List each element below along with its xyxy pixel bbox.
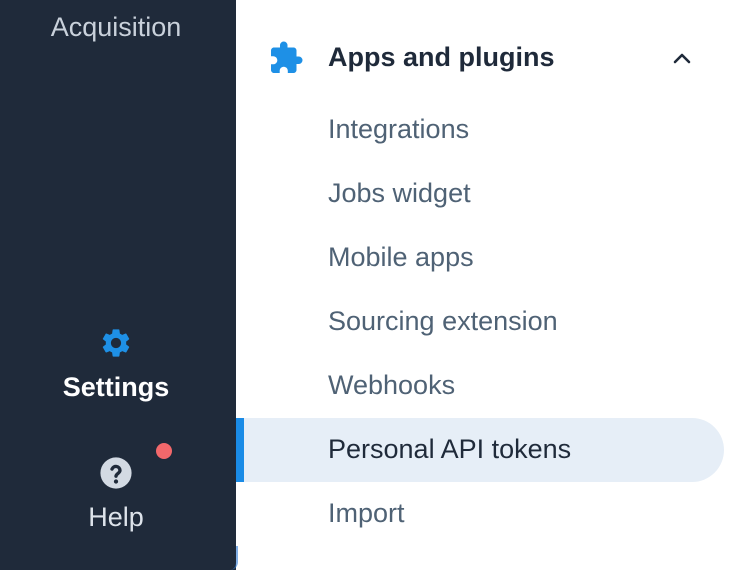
menu-item-mobile-apps[interactable]: Mobile apps [236, 226, 724, 290]
menu-item-jobs-widget[interactable]: Jobs widget [236, 162, 724, 226]
menu-item-integrations[interactable]: Integrations [236, 98, 724, 162]
left-nav-rail: Acquisition Settings Help [0, 0, 238, 570]
chevron-up-icon[interactable] [670, 48, 694, 68]
nav-item-settings-label: Settings [62, 372, 170, 402]
nav-item-settings[interactable]: Settings [0, 326, 232, 403]
section-title: Apps and plugins [328, 42, 555, 72]
gear-icon [102, 329, 130, 357]
menu-item-label: Jobs widget [328, 178, 471, 208]
question-circle-icon [100, 457, 132, 489]
menu-item-personal-api-tokens[interactable]: Personal API tokens [236, 418, 724, 482]
menu-item-webhooks[interactable]: Webhooks [236, 354, 724, 418]
menu-item-label: Import [328, 498, 405, 528]
nav-item-acquisition[interactable]: Acquisition [0, 12, 232, 43]
menu-item-label: Webhooks [328, 370, 456, 400]
rail-edge-decoration [228, 546, 238, 570]
menu-item-import[interactable]: Import [236, 482, 724, 546]
nav-item-help[interactable]: Help [0, 456, 232, 533]
menu-item-label: Personal API tokens [328, 434, 572, 464]
menu-item-label: Mobile apps [328, 242, 474, 272]
menu-item-sourcing-extension[interactable]: Sourcing extension [236, 290, 724, 354]
puzzle-icon [271, 41, 303, 73]
section-header-apps-and-plugins[interactable]: Apps and plugins [236, 30, 740, 90]
menu-item-label: Integrations [328, 114, 470, 144]
menu-item-label: Sourcing extension [328, 306, 558, 336]
nav-item-help-label: Help [88, 502, 144, 532]
